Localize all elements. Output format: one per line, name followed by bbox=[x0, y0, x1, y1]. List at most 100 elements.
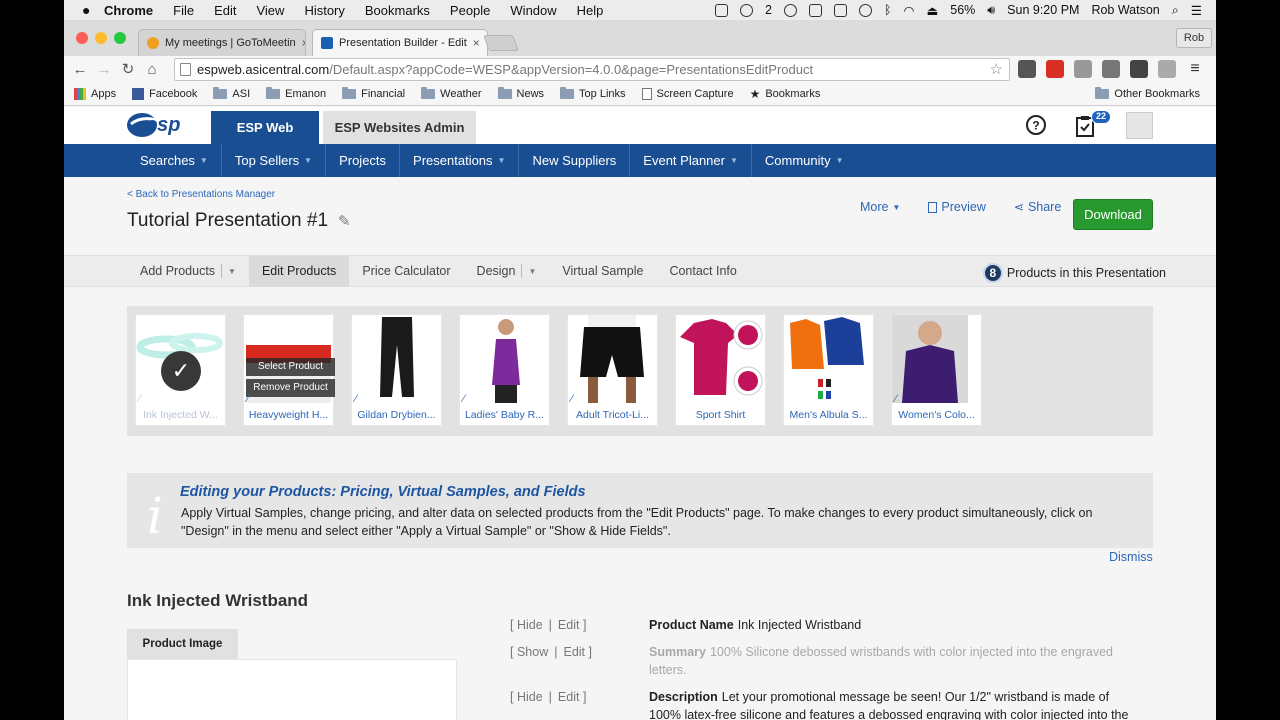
forward-arrow-icon[interactable]: → bbox=[92, 61, 116, 78]
tab-contact-info[interactable]: Contact Info bbox=[656, 256, 749, 287]
nav-presentations[interactable]: Presentations ▼ bbox=[400, 144, 520, 177]
product-label[interactable]: Sport Shirt bbox=[676, 409, 765, 421]
tab-esp-web[interactable]: ESP Web bbox=[211, 111, 319, 144]
bookmark-emanon[interactable]: Emanon bbox=[266, 86, 326, 100]
tab-virtual-sample[interactable]: Virtual Sample bbox=[549, 256, 656, 287]
cast-icon[interactable] bbox=[1074, 60, 1092, 78]
bluetooth-icon[interactable]: ᛒ bbox=[884, 3, 892, 17]
product-card[interactable]: ⁄ Adult Tricot-Li... bbox=[567, 314, 658, 426]
reload-icon[interactable]: ↻ bbox=[116, 60, 140, 78]
bookmark-star-icon[interactable]: ☆ bbox=[990, 59, 1003, 80]
dropbox-icon[interactable] bbox=[715, 3, 729, 17]
product-card[interactable]: Men's Albula S... bbox=[783, 314, 874, 426]
menu-people[interactable]: People bbox=[450, 3, 490, 18]
bookmark-news[interactable]: News bbox=[497, 86, 544, 100]
edit-link[interactable]: Edit bbox=[563, 645, 585, 659]
pencil-icon[interactable]: ✎ bbox=[338, 212, 351, 230]
remove-product-button[interactable]: Remove Product bbox=[246, 379, 335, 397]
drive-icon[interactable] bbox=[809, 3, 822, 17]
address-bar[interactable]: espweb.asicentral.com/Default.aspx?appCo… bbox=[174, 58, 1010, 81]
menu-view[interactable]: View bbox=[256, 3, 284, 18]
menu-bookmarks[interactable]: Bookmarks bbox=[365, 3, 430, 18]
bookmark-financial[interactable]: Financial bbox=[342, 86, 405, 100]
product-label[interactable]: Gildan Drybien... bbox=[352, 409, 441, 421]
help-icon[interactable]: ? bbox=[1025, 114, 1047, 136]
user-name[interactable]: Rob Watson bbox=[1091, 3, 1159, 17]
notification-center-icon[interactable]: ☰ bbox=[1191, 3, 1202, 18]
nav-projects[interactable]: Projects bbox=[326, 144, 401, 177]
bookmark-screen-capture[interactable]: Screen Capture bbox=[641, 87, 734, 100]
caret-down-icon[interactable]: ▼ bbox=[521, 264, 536, 278]
bookmark-top-links[interactable]: Top Links bbox=[560, 86, 626, 100]
menu-history[interactable]: History bbox=[304, 3, 344, 18]
bookmark-facebook[interactable]: Facebook bbox=[132, 87, 197, 100]
menu-window[interactable]: Window bbox=[510, 3, 556, 18]
product-card[interactable]: ✓ ⁄ Ink Injected W... bbox=[135, 314, 226, 426]
menu-file[interactable]: File bbox=[173, 3, 194, 18]
product-image-tab[interactable]: Product Image bbox=[127, 629, 238, 659]
apple-icon[interactable]: ● bbox=[82, 2, 104, 18]
bookmark-asi[interactable]: ASI bbox=[213, 86, 250, 100]
leaf-icon[interactable] bbox=[784, 3, 797, 17]
close-window-button[interactable] bbox=[76, 32, 88, 44]
menu-chrome[interactable]: Chrome bbox=[104, 3, 153, 18]
tab-edit-products[interactable]: Edit Products bbox=[248, 255, 350, 287]
hide-link[interactable]: Hide bbox=[517, 690, 543, 704]
eject-icon[interactable]: ⏏ bbox=[926, 3, 938, 18]
edit-link[interactable]: Edit bbox=[558, 618, 580, 632]
bookmark-other[interactable]: Other Bookmarks bbox=[1095, 86, 1200, 100]
product-label[interactable]: Men's Albula S... bbox=[784, 409, 873, 421]
back-to-presentations-link[interactable]: < Back to Presentations Manager bbox=[127, 189, 275, 200]
dismiss-link[interactable]: Dismiss bbox=[1109, 550, 1153, 564]
drive-extension-icon[interactable] bbox=[1158, 60, 1176, 78]
product-label[interactable]: Adult Tricot-Li... bbox=[568, 409, 657, 421]
time-machine-icon[interactable] bbox=[859, 3, 872, 17]
caret-down-icon[interactable]: ▼ bbox=[221, 264, 236, 278]
magic-wand-icon[interactable]: ⁄ bbox=[571, 393, 573, 405]
extension-icon[interactable] bbox=[1130, 60, 1148, 78]
clock-text[interactable]: Sun 9:20 PM bbox=[1007, 3, 1079, 17]
tab-presentation-builder[interactable]: Presentation Builder - Edit × bbox=[312, 29, 488, 56]
chrome-menu-icon[interactable]: ≡ bbox=[1186, 60, 1204, 78]
hide-link[interactable]: Hide bbox=[517, 618, 543, 632]
volume-icon[interactable]: 🔊︎ bbox=[987, 3, 995, 18]
tab-add-products[interactable]: Add Products ▼ bbox=[127, 256, 249, 287]
nav-new-suppliers[interactable]: New Suppliers bbox=[519, 144, 631, 177]
product-label[interactable]: Ink Injected W... bbox=[136, 409, 225, 421]
bookmark-weather[interactable]: Weather bbox=[421, 86, 482, 100]
product-card[interactable]: Select Product Remove Product ⁄ Heavywei… bbox=[243, 314, 335, 426]
battery-level[interactable]: 56% bbox=[950, 3, 975, 17]
nav-top-sellers[interactable]: Top Sellers ▼ bbox=[222, 144, 327, 177]
product-label[interactable]: Women's Colo... bbox=[892, 409, 981, 421]
product-card[interactable]: ⁄ Women's Colo... bbox=[891, 314, 982, 426]
edit-link[interactable]: Edit bbox=[558, 690, 580, 704]
bookmark-bookmarks[interactable]: ★ Bookmarks bbox=[750, 87, 821, 101]
select-product-button[interactable]: Select Product bbox=[246, 358, 335, 376]
download-button[interactable]: Download bbox=[1073, 199, 1153, 230]
magic-wand-icon[interactable]: ⁄ bbox=[247, 393, 249, 405]
back-arrow-icon[interactable]: ← bbox=[68, 61, 92, 78]
product-card[interactable]: Sport Shirt bbox=[675, 314, 766, 426]
gmail-icon[interactable] bbox=[1046, 60, 1064, 78]
nav-event-planner[interactable]: Event Planner ▼ bbox=[630, 144, 752, 177]
tab-price-calculator[interactable]: Price Calculator bbox=[349, 256, 463, 287]
pocket-icon[interactable] bbox=[1018, 60, 1036, 78]
status-number[interactable]: 2 bbox=[765, 3, 772, 17]
tab-gotomeeting[interactable]: My meetings | GoToMeetin × bbox=[138, 29, 306, 56]
wifi-icon[interactable]: ◠ bbox=[904, 3, 915, 18]
bookmark-apps[interactable]: Apps bbox=[74, 87, 116, 100]
menu-help[interactable]: Help bbox=[577, 3, 604, 18]
product-label[interactable]: Ladies' Baby R... bbox=[460, 409, 549, 421]
product-card[interactable]: ⁄ Gildan Drybien... bbox=[351, 314, 442, 426]
nav-searches[interactable]: Searches ▼ bbox=[140, 144, 222, 177]
magic-wand-icon[interactable]: ⁄ bbox=[463, 393, 465, 405]
magic-wand-icon[interactable]: ⁄ bbox=[355, 393, 357, 405]
tab-close-icon[interactable]: × bbox=[473, 36, 480, 50]
esp-logo[interactable]: esp bbox=[126, 111, 194, 139]
profile-button[interactable]: Rob bbox=[1176, 28, 1212, 48]
clock-icon[interactable] bbox=[740, 3, 754, 17]
minimize-window-button[interactable] bbox=[95, 32, 107, 44]
product-card[interactable]: ⁄ Ladies' Baby R... bbox=[459, 314, 550, 426]
airplay-icon[interactable] bbox=[834, 3, 847, 17]
zoom-window-button[interactable] bbox=[114, 32, 126, 44]
